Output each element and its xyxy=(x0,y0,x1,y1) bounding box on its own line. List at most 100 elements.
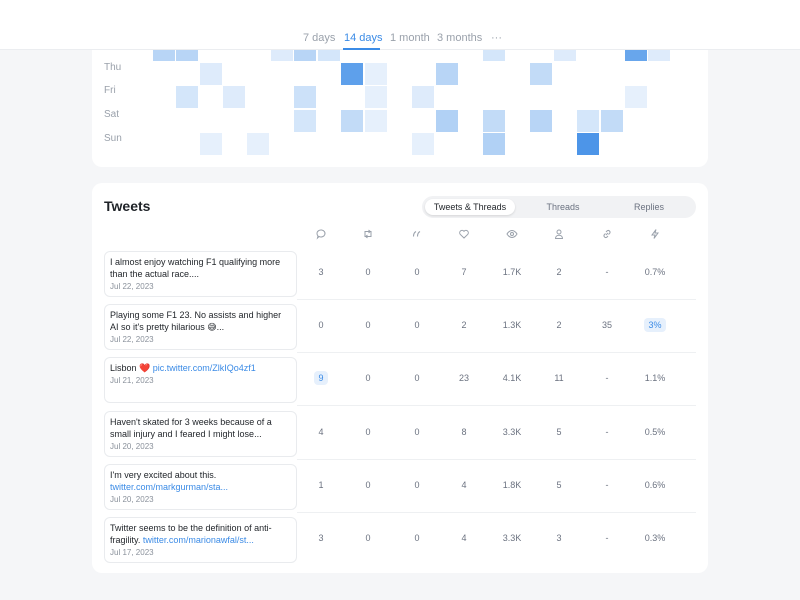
heatmap-cell[interactable] xyxy=(341,63,364,85)
day-label-sun: Sun xyxy=(104,133,122,144)
tweet-body: I almost enjoy watching F1 qualifying mo… xyxy=(110,257,281,279)
metric-value: 4 xyxy=(461,479,467,490)
filter-replies[interactable]: Replies xyxy=(604,199,694,215)
metric-value: 1.3K xyxy=(502,320,522,331)
metric-value: 0 xyxy=(365,426,371,437)
table-row[interactable]: Playing some F1 23. No assists and highe… xyxy=(92,300,708,354)
heatmap-cell[interactable] xyxy=(577,133,600,155)
table-row[interactable]: I almost enjoy watching F1 qualifying mo… xyxy=(92,247,708,300)
metric-engagement: 3% xyxy=(633,318,677,333)
range-tab-3-months[interactable]: 3 months xyxy=(437,32,482,44)
metric-views: 3.3K xyxy=(490,533,534,543)
metric-value: 2 xyxy=(556,320,562,331)
heatmap-cell[interactable] xyxy=(247,133,269,155)
tweet-preview[interactable]: Playing some F1 23. No assists and highe… xyxy=(104,304,297,351)
metric-like: 4 xyxy=(442,480,486,490)
heatmap-cell[interactable] xyxy=(176,86,199,108)
metric-value: 8 xyxy=(461,426,467,437)
metric-views: 3.3K xyxy=(490,427,534,437)
tweet-link[interactable]: twitter.com/marionawfal/st... xyxy=(143,535,254,545)
tweet-date: Jul 22, 2023 xyxy=(110,282,154,291)
filter-tweets-threads[interactable]: Tweets & Threads xyxy=(425,199,515,215)
metric-like: 23 xyxy=(442,373,486,383)
heatmap-cell[interactable] xyxy=(624,86,647,108)
heatmap-cell[interactable] xyxy=(412,86,435,108)
heatmap-cell[interactable] xyxy=(294,86,317,108)
metric-value: 0 xyxy=(414,320,420,331)
tweet-preview[interactable]: Twitter seems to be the definition of an… xyxy=(104,517,297,563)
tweet-body: Playing some F1 23. No assists and highe… xyxy=(110,310,282,333)
metric-value: 35 xyxy=(601,320,612,331)
reply-icon xyxy=(315,228,327,240)
metric-views: 1.8K xyxy=(490,480,534,490)
metric-profile: 3 xyxy=(537,533,581,543)
metric-value: 0 xyxy=(365,373,371,384)
range-tab-14-days[interactable]: 14 days xyxy=(344,32,383,44)
metric-value: 11 xyxy=(554,373,564,384)
tweet-preview[interactable]: I'm very excited about this. twitter.com… xyxy=(104,463,297,510)
metric-value: 3 xyxy=(556,533,562,543)
metric-value: 7 xyxy=(461,267,467,277)
profile-icon xyxy=(553,228,565,240)
metric-value: 4.1K xyxy=(502,373,522,384)
tweet-preview[interactable]: I almost enjoy watching F1 qualifying mo… xyxy=(104,251,297,297)
metric-like: 8 xyxy=(442,427,486,437)
tweet-link[interactable]: pic.twitter.com/ZlkIQo4zf1 xyxy=(153,363,256,373)
heatmap-cell[interactable] xyxy=(483,110,505,132)
heatmap-cell[interactable] xyxy=(435,110,458,132)
metric-like: 4 xyxy=(442,533,486,543)
table-row[interactable]: Haven't skated for 3 weeks because of a … xyxy=(92,407,708,460)
heatmap-cell[interactable] xyxy=(365,110,387,132)
range-tab-7-days[interactable]: 7 days xyxy=(303,32,335,44)
table-row[interactable]: Lisbon ❤️ pic.twitter.com/ZlkIQo4zf1 Jul … xyxy=(92,353,708,407)
metric-like: 2 xyxy=(442,320,486,330)
heatmap-cell[interactable] xyxy=(294,110,317,132)
range-tab-1-month[interactable]: 1 month xyxy=(390,32,430,44)
heatmap-cell[interactable] xyxy=(412,133,435,155)
metric-value: 1.7K xyxy=(502,267,522,277)
heatmap-cell[interactable] xyxy=(530,110,553,132)
heatmap-cell[interactable] xyxy=(601,110,623,132)
heatmap-cell[interactable] xyxy=(577,110,600,132)
tweet-date: Jul 17, 2023 xyxy=(110,548,154,557)
like-icon xyxy=(458,228,470,240)
tweet-date: Jul 20, 2023 xyxy=(110,441,154,451)
tweet-text: Lisbon ❤️ pic.twitter.com/ZlkIQo4zf1 xyxy=(110,362,291,374)
metric-link: - xyxy=(585,267,629,277)
filter-threads[interactable]: Threads xyxy=(518,199,608,215)
tweet-link[interactable]: twitter.com/markgurman/sta... xyxy=(110,482,228,492)
metric-value: - xyxy=(605,479,609,490)
day-label-fri: Fri xyxy=(104,85,116,96)
heatmap-cell[interactable] xyxy=(365,86,387,108)
heatmap-cell[interactable] xyxy=(435,63,458,85)
heatmap-cell[interactable] xyxy=(365,63,387,85)
metric-value: 3 xyxy=(318,267,324,277)
metric-retweet: 0 xyxy=(346,533,390,543)
heatmap-cell[interactable] xyxy=(341,110,364,132)
table-row[interactable]: Twitter seems to be the definition of an… xyxy=(92,513,708,566)
metric-link: 35 xyxy=(585,320,629,330)
quote-icon xyxy=(411,228,423,240)
metric-profile: 5 xyxy=(537,427,581,437)
metric-quote: 0 xyxy=(395,373,439,383)
metric-retweet: 0 xyxy=(346,373,390,383)
heatmap-cell[interactable] xyxy=(530,63,553,85)
tweet-date: Jul 22, 2023 xyxy=(110,335,154,345)
tweet-preview[interactable]: Lisbon ❤️ pic.twitter.com/ZlkIQo4zf1 Jul … xyxy=(104,357,297,404)
heatmap-cell[interactable] xyxy=(199,63,222,85)
heatmap-cell[interactable] xyxy=(483,133,505,155)
metric-quote: 0 xyxy=(395,320,439,330)
metric-value: 3.3K xyxy=(502,533,522,543)
more-options-icon[interactable]: ··· xyxy=(491,32,502,44)
tweet-preview[interactable]: Haven't skated for 3 weeks because of a … xyxy=(104,410,297,457)
retweet-icon xyxy=(362,228,374,240)
metric-like: 7 xyxy=(442,267,486,277)
metric-value: 0.7% xyxy=(644,267,666,277)
metric-value: 3.3K xyxy=(502,426,522,437)
link-icon xyxy=(601,228,613,240)
heatmap-cell[interactable] xyxy=(223,86,246,108)
heatmap-cell[interactable] xyxy=(199,133,222,155)
metric-reply: 4 xyxy=(299,427,343,437)
table-row[interactable]: I'm very excited about this. twitter.com… xyxy=(92,460,708,513)
tweet-text: Haven't skated for 3 weeks because of a … xyxy=(110,416,291,440)
